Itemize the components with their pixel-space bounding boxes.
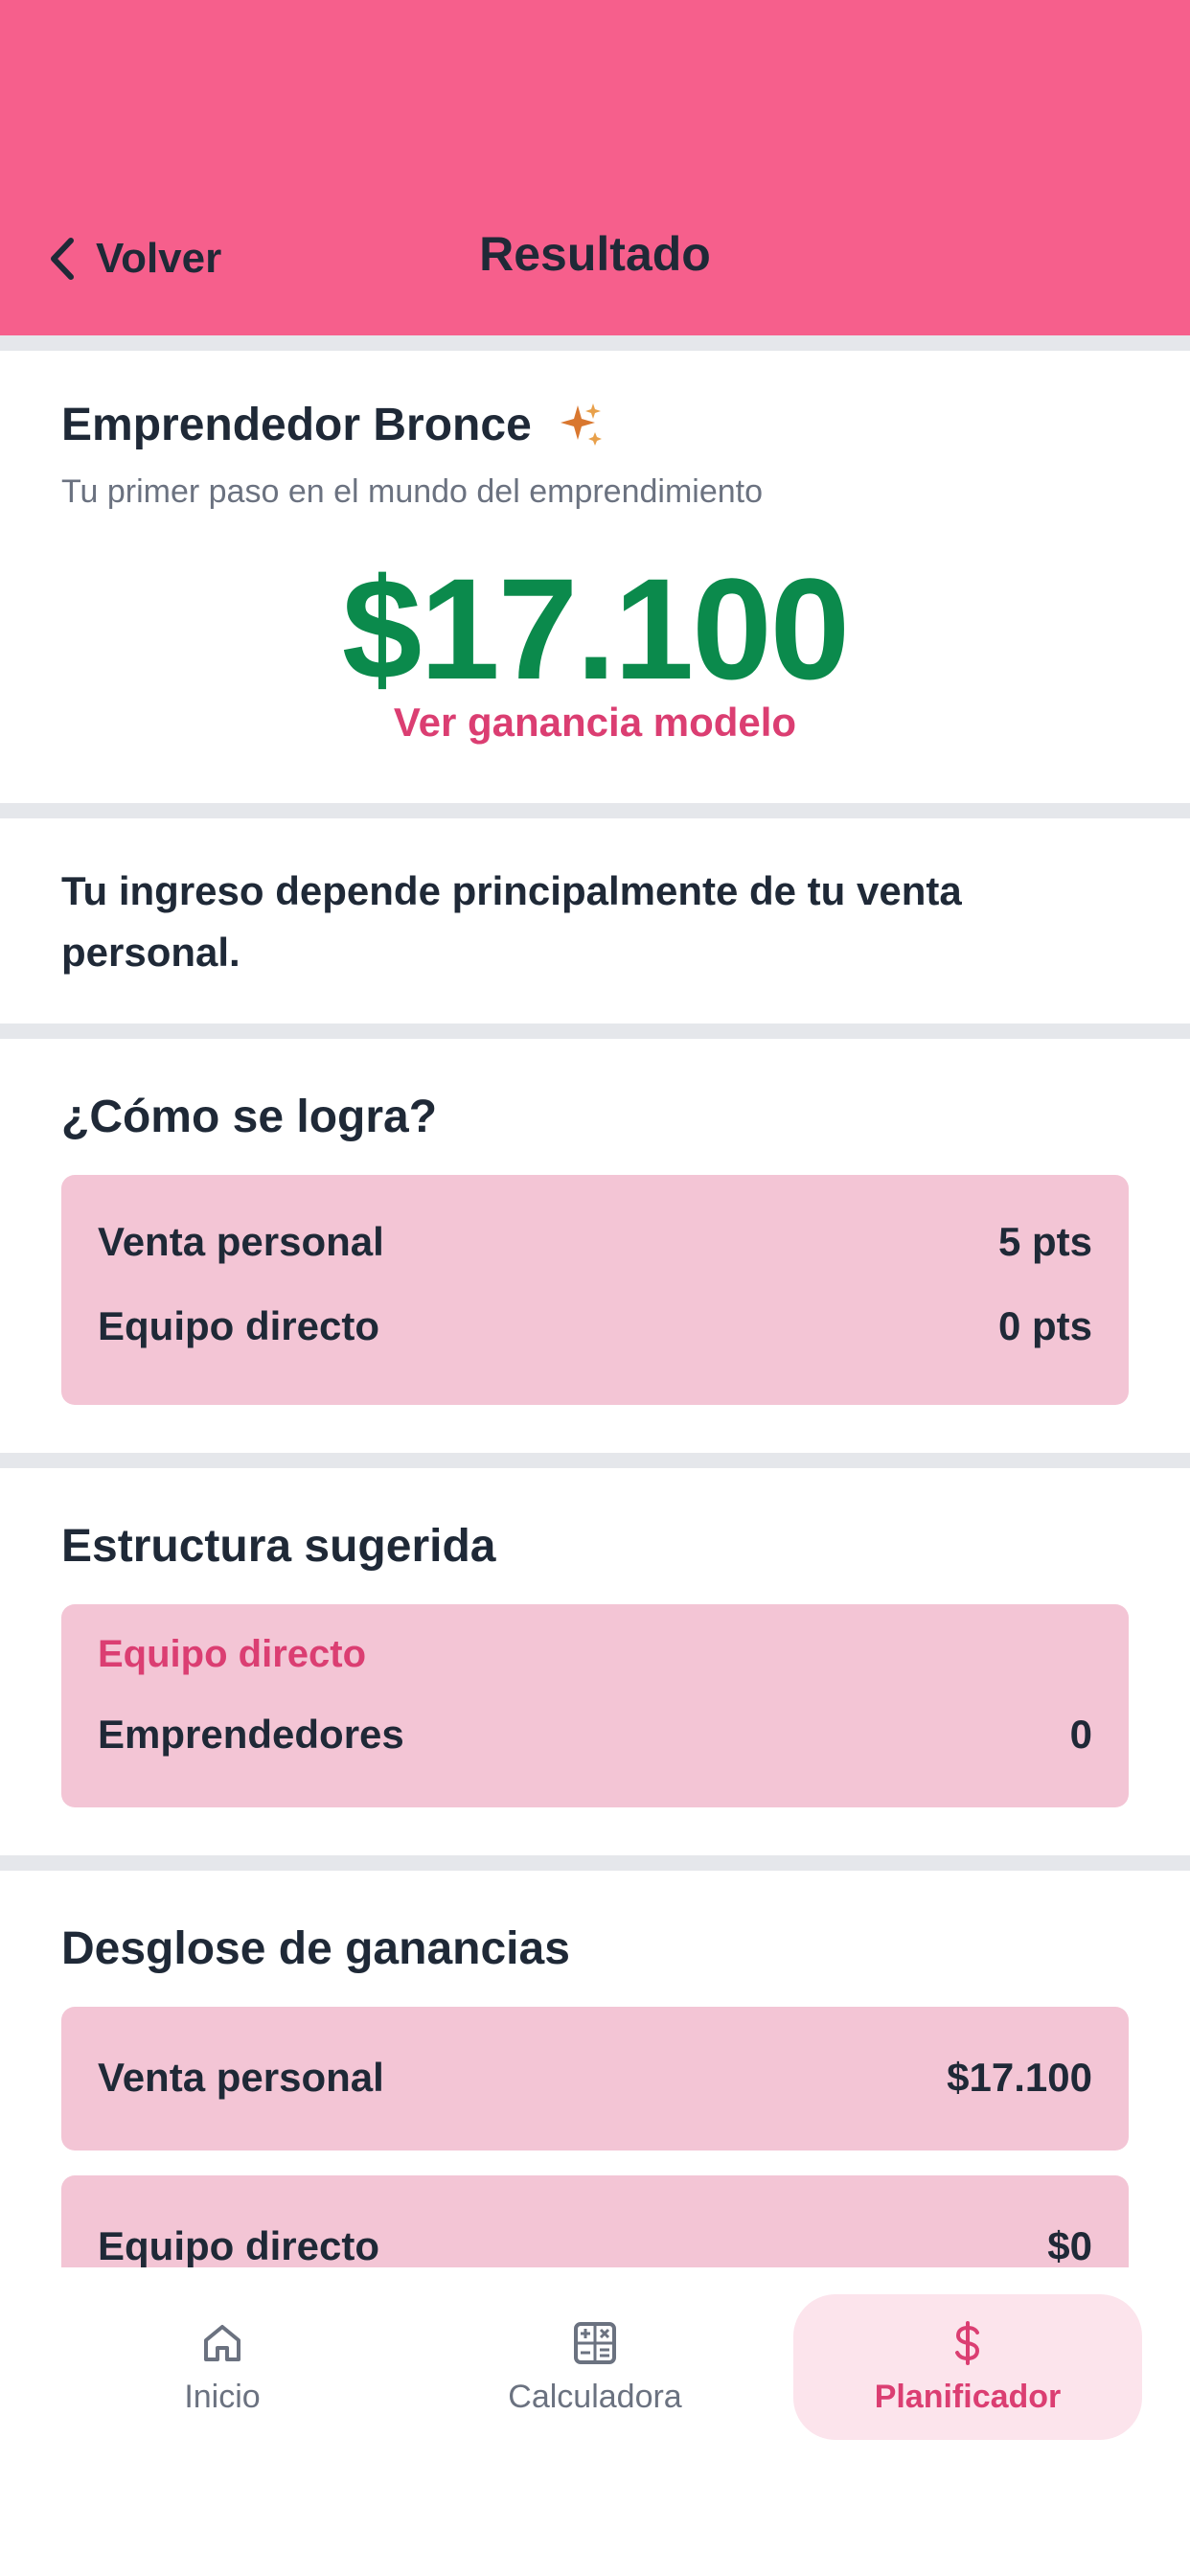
section-divider [0, 335, 1190, 351]
structure-row-label: Emprendedores [98, 1712, 404, 1757]
income-note: Tu ingreso depende principalmente de tu … [61, 868, 962, 975]
header-bar: Volver Resultado [0, 0, 1190, 335]
result-screen: Volver Resultado Emprendedor Bronce Tu p… [0, 0, 1190, 2576]
dollar-icon [955, 2320, 980, 2365]
how-title: ¿Cómo se logra? [61, 1092, 438, 1142]
breakdown-title: Desglose de ganancias [61, 1923, 570, 1974]
how-row: Equipo directo 0 pts [98, 1303, 1092, 1349]
page-title: Resultado [479, 227, 711, 281]
earnings-amount: $17.100 [341, 548, 850, 709]
breakdown-row-value: $17.100 [947, 2055, 1092, 2100]
how-card: Venta personal 5 pts Equipo directo 0 pt… [61, 1175, 1129, 1405]
structure-card: Equipo directo Emprendedores 0 [61, 1604, 1129, 1807]
structure-row: Emprendedores 0 [98, 1712, 1092, 1758]
model-earnings-link[interactable]: Ver ganancia modelo [0, 700, 1190, 746]
structure-title: Estructura sugerida [61, 1521, 496, 1572]
nav-item-planificador[interactable]: Planificador [793, 2294, 1142, 2440]
breakdown-row-label: Venta personal [98, 2055, 384, 2100]
nav-item-calculadora[interactable]: Calculadora [410, 2294, 780, 2440]
breakdown-card: Venta personal $17.100 [61, 2007, 1129, 2150]
home-icon [204, 2324, 240, 2361]
how-row-value: 0 pts [997, 1303, 1092, 1348]
section-divider [0, 1855, 1190, 1871]
sparkle-icon [560, 402, 602, 446]
calculator-icon [574, 2321, 616, 2364]
section-divider [0, 1453, 1190, 1468]
how-row-value: 5 pts [997, 1219, 1092, 1264]
nav-label: Planificador [874, 2378, 1062, 2415]
level-heading: Emprendedor Bronce [61, 399, 605, 451]
breakdown-row-label: Equipo directo [98, 2223, 379, 2268]
nav-label: Calculadora [508, 2378, 682, 2415]
nav-item-inicio[interactable]: Inicio [38, 2294, 406, 2440]
structure-row-value: 0 [1069, 1712, 1092, 1757]
section-divider [0, 1024, 1190, 1039]
breakdown-row-value: $0 [1047, 2223, 1092, 2268]
structure-group-label: Equipo directo [98, 1633, 366, 1675]
how-row: Venta personal 5 pts [98, 1219, 1092, 1265]
section-divider [0, 803, 1190, 818]
level-subtitle: Tu primer paso en el mundo del emprendim… [61, 473, 764, 510]
how-row-label: Venta personal [98, 1219, 384, 1264]
level-name: Emprendedor Bronce [61, 400, 532, 450]
nav-label: Inicio [184, 2378, 261, 2415]
how-row-label: Equipo directo [98, 1303, 379, 1348]
breakdown-row: Venta personal $17.100 [98, 2055, 1092, 2101]
breakdown-row: Equipo directo $0 [98, 2223, 1092, 2269]
